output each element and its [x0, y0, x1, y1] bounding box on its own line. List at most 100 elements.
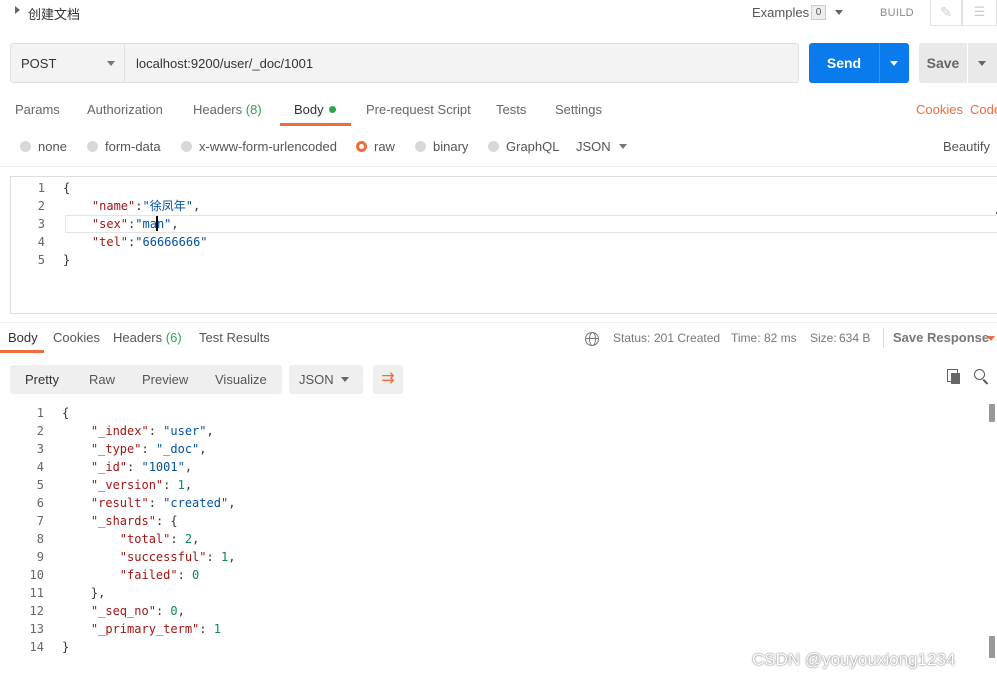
view-visualize[interactable]: Visualize	[215, 372, 267, 387]
text-cursor	[156, 216, 158, 231]
response-format-select[interactable]: JSON	[289, 365, 363, 394]
save-button[interactable]: Save	[919, 43, 967, 83]
code-link[interactable]: Code	[970, 102, 997, 117]
json-key: "result"	[90, 496, 149, 510]
code-line: "_index": "user",	[90, 424, 214, 438]
chevron-down-icon	[890, 61, 898, 66]
radio-graphql-label[interactable]: GraphQL	[506, 139, 559, 154]
radio-raw[interactable]	[356, 141, 367, 152]
examples-count-badge: 0	[811, 5, 826, 20]
url-input[interactable]: localhost:9200/user/_doc/1001	[125, 43, 799, 83]
view-preview[interactable]: Preview	[142, 372, 188, 387]
line-number: 1	[37, 181, 45, 195]
copy-icon[interactable]	[947, 369, 960, 384]
request-header-bar: 创建文档 Examples 0 BUILD ✎ ☰	[0, 0, 997, 26]
method-select[interactable]: POST	[10, 43, 125, 83]
build-button[interactable]: BUILD	[880, 7, 914, 19]
code-line: }	[63, 253, 71, 267]
format-label: JSON	[299, 372, 334, 387]
tab-headers[interactable]: Headers (8)	[193, 102, 262, 117]
tab-settings[interactable]: Settings	[555, 102, 602, 117]
tab-authorization[interactable]: Authorization	[87, 102, 163, 117]
tab-headers-count: (8)	[245, 102, 262, 117]
json-value: 1	[213, 622, 221, 636]
search-icon[interactable]	[974, 369, 985, 380]
line-number: 5	[36, 478, 44, 492]
code-line: }	[62, 640, 70, 654]
view-pretty[interactable]: Pretty	[25, 372, 59, 387]
send-options-button[interactable]	[879, 43, 909, 83]
url-value: localhost:9200/user/_doc/1001	[136, 56, 314, 71]
tab-body-label: Body	[294, 102, 324, 117]
body-format-select[interactable]: JSON	[576, 139, 611, 154]
request-name[interactable]: 创建文档	[28, 4, 80, 23]
chevron-down-icon[interactable]	[987, 336, 995, 341]
radio-none[interactable]	[20, 141, 31, 152]
code-line: "_id": "1001",	[90, 460, 193, 474]
chevron-down-icon	[978, 61, 986, 66]
response-tab-cookies[interactable]: Cookies	[53, 330, 100, 345]
line-number: 5	[37, 253, 45, 267]
time-label: Time:	[731, 331, 761, 345]
tab-prerequest-script[interactable]: Pre-request Script	[366, 102, 471, 117]
code-line: "total": 2,	[119, 532, 200, 546]
view-raw[interactable]: Raw	[89, 372, 115, 387]
time-value[interactable]: 82 ms	[764, 331, 797, 345]
radio-raw-label[interactable]: raw	[374, 139, 395, 154]
radio-form-data[interactable]	[87, 141, 98, 152]
code-line: },	[62, 584, 235, 602]
response-tab-headers[interactable]: Headers (6)	[113, 330, 182, 345]
tab-body[interactable]: Body	[294, 102, 336, 117]
json-key: "tel"	[91, 235, 129, 249]
watermark: CSDN @youyouxiong1234	[752, 650, 956, 669]
save-response-button[interactable]: Save Response	[893, 330, 989, 345]
chevron-down-icon[interactable]	[619, 144, 627, 149]
send-button[interactable]: Send	[809, 43, 879, 83]
line-number: 10	[29, 568, 44, 582]
save-options-button[interactable]	[968, 43, 997, 83]
pane-divider[interactable]	[0, 322, 997, 323]
json-value: 1	[220, 550, 229, 564]
edit-pencil-icon[interactable]: ✎	[930, 0, 962, 26]
json-punct: },	[90, 586, 106, 600]
response-code[interactable]: { "_index": "user", "_type": "_doc", "_i…	[62, 404, 235, 656]
cookies-link[interactable]: Cookies	[916, 102, 963, 117]
json-value: "_doc"	[155, 442, 200, 456]
status-value[interactable]: 201 Created	[654, 331, 720, 345]
beautify-link[interactable]: Beautify	[943, 139, 990, 154]
examples-button[interactable]: Examples	[752, 5, 809, 20]
status-label: Status:	[613, 331, 651, 345]
size-value[interactable]: 634 B	[839, 331, 870, 345]
expand-caret-icon[interactable]	[15, 6, 20, 14]
examples-chevron-down-icon[interactable]	[835, 10, 843, 15]
tab-params[interactable]: Params	[15, 102, 60, 117]
radio-binary[interactable]	[415, 141, 426, 152]
radio-none-label[interactable]: none	[38, 139, 67, 154]
line-number: 4	[37, 235, 45, 249]
line-number: 9	[36, 550, 44, 564]
code-line: {	[62, 406, 70, 420]
wrap-lines-icon[interactable]: ⇉	[373, 365, 403, 394]
request-body-editor[interactable]: 1 2 3 4 5 { "name":"徐凤年", "sex":"man", "…	[10, 176, 997, 314]
json-value: 0	[170, 604, 178, 618]
globe-icon[interactable]	[585, 332, 599, 346]
radio-urlencoded[interactable]	[181, 141, 192, 152]
radio-urlencoded-label[interactable]: x-www-form-urlencoded	[199, 139, 337, 154]
scrollbar-thumb[interactable]	[989, 404, 995, 422]
radio-binary-label[interactable]: binary	[433, 139, 468, 154]
radio-form-data-label[interactable]: form-data	[105, 139, 161, 154]
editor-code[interactable]: { "name":"徐凤年", "sex":"man", "tel":"6666…	[63, 179, 208, 269]
documentation-icon[interactable]: ☰	[962, 0, 997, 26]
json-value: "徐凤年"	[142, 199, 193, 213]
response-tab-test-results[interactable]: Test Results	[199, 330, 270, 345]
code-line: "_seq_no": 0,	[90, 604, 185, 618]
scrollbar-thumb[interactable]	[989, 636, 995, 658]
response-tab-body[interactable]: Body	[8, 330, 38, 345]
code-line: {	[63, 181, 71, 195]
code-line: "failed": 0	[119, 568, 200, 582]
tab-tests[interactable]: Tests	[496, 102, 526, 117]
radio-graphql[interactable]	[488, 141, 499, 152]
code-line: "tel":"66666666"	[91, 235, 208, 249]
response-view-selector: Pretty Raw Preview Visualize	[10, 365, 282, 394]
code-line: "result": "created",	[90, 496, 236, 510]
